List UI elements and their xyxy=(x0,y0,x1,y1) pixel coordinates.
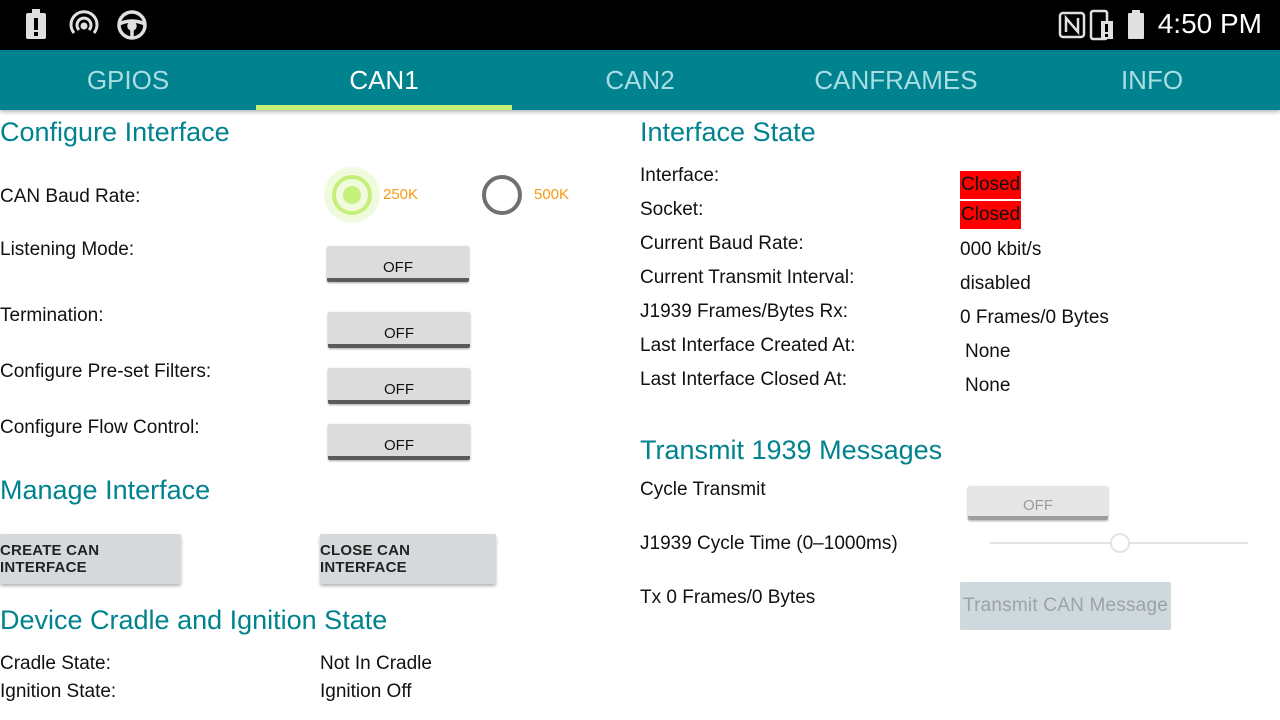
ignition-state-value: Ignition Off xyxy=(320,681,412,702)
clock: 4:50 PM xyxy=(1157,8,1262,39)
flow-control-label: Configure Flow Control: xyxy=(0,417,200,438)
interface-label: Interface: xyxy=(640,165,720,186)
interface-state-heading: Interface State xyxy=(640,117,816,147)
status-bar: 4:50 PM xyxy=(0,0,1280,50)
listening-mode-label: Listening Mode: xyxy=(0,239,135,260)
battery-icon xyxy=(1120,9,1152,41)
baud-250k-label[interactable]: 250K xyxy=(383,186,418,203)
interface-status-badge: Closed xyxy=(960,171,1022,199)
nfc-icon xyxy=(68,9,100,41)
can-baud-rate-label: CAN Baud Rate: xyxy=(0,186,141,207)
current-baud-rate-label: Current Baud Rate: xyxy=(640,233,804,254)
transmit-interval-value: disabled xyxy=(960,273,1031,294)
tab-gpios[interactable]: GPIOS xyxy=(0,50,256,110)
phone-alert-icon xyxy=(1086,9,1118,41)
configure-interface-heading: Configure Interface xyxy=(0,117,230,147)
socket-label: Socket: xyxy=(640,199,704,220)
nfc-n-icon xyxy=(1056,9,1088,41)
baud-500k-label[interactable]: 500K xyxy=(534,186,569,203)
tab-canframes[interactable]: CANFRAMES xyxy=(768,50,1024,110)
cradle-state-label: Cradle State: xyxy=(0,653,111,674)
radio-dot xyxy=(343,186,361,204)
tx-frames-label: Tx 0 Frames/0 Bytes xyxy=(640,587,816,608)
last-closed-label: Last Interface Closed At: xyxy=(640,369,848,390)
baud-500k-radio[interactable] xyxy=(482,175,522,215)
manage-interface-heading: Manage Interface xyxy=(0,475,211,505)
termination-label: Termination: xyxy=(0,305,104,326)
preset-filters-label: Configure Pre-set Filters: xyxy=(0,361,212,382)
steering-wheel-icon xyxy=(116,9,148,41)
cycle-transmit-toggle[interactable]: OFF xyxy=(968,486,1108,520)
j1939-rx-value: 0 Frames/0 Bytes xyxy=(960,307,1109,328)
alert-icon xyxy=(20,9,52,41)
cycle-time-label: J1939 Cycle Time (0–1000ms) xyxy=(640,533,898,554)
j1939-rx-label: J1939 Frames/Bytes Rx: xyxy=(640,301,849,322)
close-can-interface-button[interactable]: CLOSE CAN INTERFACE xyxy=(320,534,496,584)
baud-250k-radio[interactable] xyxy=(324,167,380,223)
tab-bar: GPIOS CAN1 CAN2 CANFRAMES INFO xyxy=(0,50,1280,110)
tab-info[interactable]: INFO xyxy=(1024,50,1280,110)
cradle-ignition-heading: Device Cradle and Ignition State xyxy=(0,605,388,635)
cycle-time-slider-thumb[interactable] xyxy=(1110,533,1130,553)
transmit-can-message-button[interactable]: Transmit CAN Message xyxy=(960,582,1171,630)
listening-mode-toggle[interactable]: OFF xyxy=(327,246,469,282)
last-created-value: None xyxy=(965,341,1011,362)
current-baud-rate-value: 000 kbit/s xyxy=(960,239,1042,260)
last-closed-value: None xyxy=(965,375,1011,396)
termination-toggle[interactable]: OFF xyxy=(328,312,470,348)
transmit-interval-label: Current Transmit Interval: xyxy=(640,267,855,288)
create-can-interface-button[interactable]: CREATE CAN INTERFACE xyxy=(0,534,181,584)
socket-status-badge: Closed xyxy=(960,201,1022,229)
cradle-state-value: Not In Cradle xyxy=(320,653,432,674)
tab-can1[interactable]: CAN1 xyxy=(256,50,512,110)
cycle-transmit-label: Cycle Transmit xyxy=(640,479,766,500)
flow-control-toggle[interactable]: OFF xyxy=(328,424,470,460)
preset-filters-toggle[interactable]: OFF xyxy=(328,368,470,404)
ignition-state-label: Ignition State: xyxy=(0,681,117,702)
last-created-label: Last Interface Created At: xyxy=(640,335,856,356)
active-tab-indicator xyxy=(256,105,512,110)
transmit-messages-heading: Transmit 1939 Messages xyxy=(640,435,943,465)
tab-can2[interactable]: CAN2 xyxy=(512,50,768,110)
